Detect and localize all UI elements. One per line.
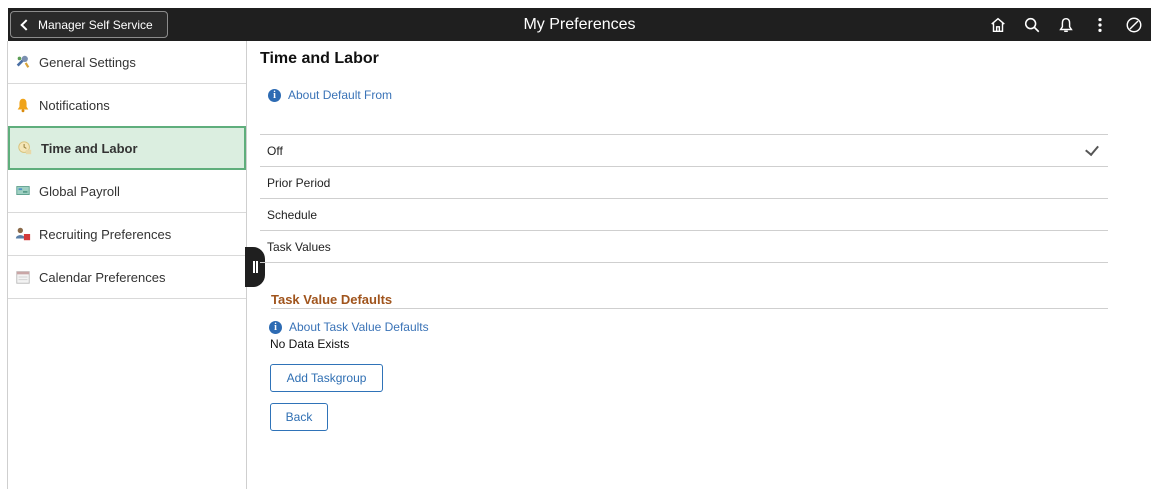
option-label: Schedule (267, 207, 318, 222)
bell-icon (14, 96, 32, 114)
sidebar-item-general-settings[interactable]: General Settings (8, 41, 246, 84)
section-title: Time and Labor (260, 50, 379, 67)
drag-bars-icon (252, 261, 258, 273)
about-default-from-link[interactable]: i About Default From (268, 88, 392, 102)
sidebar-item-label: Global Payroll (39, 183, 120, 199)
sidebar-item-notifications[interactable]: Notifications (8, 84, 246, 127)
sidebar-item-label: Recruiting Preferences (39, 226, 172, 242)
option-task-values[interactable]: Task Values (260, 231, 1108, 263)
default-from-options: Off Prior Period Schedule Task Values (260, 134, 1108, 263)
sidebar-item-recruiting-preferences[interactable]: Recruiting Preferences (8, 213, 246, 256)
sidebar-item-calendar-preferences[interactable]: Calendar Preferences (8, 256, 246, 299)
back-to-manager-self-service-button[interactable]: Manager Self Service (10, 11, 168, 38)
info-icon: i (268, 88, 281, 102)
sidebar-item-label: Calendar Preferences (39, 269, 166, 285)
sidebar-item-label: Time and Labor (41, 140, 138, 156)
banner: Manager Self Service My Preferences (8, 8, 1151, 41)
task-value-defaults-title: Task Value Defaults (271, 292, 393, 307)
task-value-defaults-heading: Task Value Defaults (271, 292, 1108, 309)
option-label: Off (267, 143, 283, 158)
no-data-message: No Data Exists (270, 337, 350, 351)
about-default-from-label: About Default From (288, 88, 393, 102)
recruiting-icon (14, 225, 32, 243)
left-navigation-panel: General Settings Notifications Time and … (7, 41, 247, 489)
option-prior-period[interactable]: Prior Period (260, 167, 1108, 199)
info-icon: i (269, 320, 282, 334)
checkmark-icon (1085, 141, 1099, 156)
option-label: Prior Period (267, 175, 331, 190)
banner-icons (981, 8, 1151, 41)
notification-bell-icon[interactable] (1049, 8, 1083, 41)
about-task-value-defaults-label: About Task Value Defaults (289, 320, 429, 334)
main-content: Time and Labor i About Default From Off … (260, 41, 1110, 489)
payroll-icon (14, 182, 32, 200)
option-off[interactable]: Off (260, 135, 1108, 167)
option-schedule[interactable]: Schedule (260, 199, 1108, 231)
clock-icon (16, 139, 34, 157)
wrench-icon (14, 53, 32, 71)
chevron-left-icon (20, 18, 32, 31)
search-icon[interactable] (1015, 8, 1049, 41)
back-button-label: Manager Self Service (38, 17, 153, 32)
calendar-icon (14, 268, 32, 286)
back-button[interactable]: Back (270, 403, 328, 431)
navbar-compass-icon[interactable] (1117, 8, 1151, 41)
add-taskgroup-button[interactable]: Add Taskgroup (270, 364, 383, 392)
page-title: My Preferences (523, 16, 636, 33)
option-label: Task Values (267, 239, 331, 254)
about-task-value-defaults-link[interactable]: i About Task Value Defaults (269, 320, 429, 334)
sidebar-item-label: Notifications (39, 97, 110, 113)
sidebar-item-global-payroll[interactable]: Global Payroll (8, 170, 246, 213)
home-icon[interactable] (981, 8, 1015, 41)
sidebar-item-time-and-labor[interactable]: Time and Labor (8, 126, 246, 170)
actions-menu-icon[interactable] (1083, 8, 1117, 41)
sidebar-item-label: General Settings (39, 54, 136, 70)
